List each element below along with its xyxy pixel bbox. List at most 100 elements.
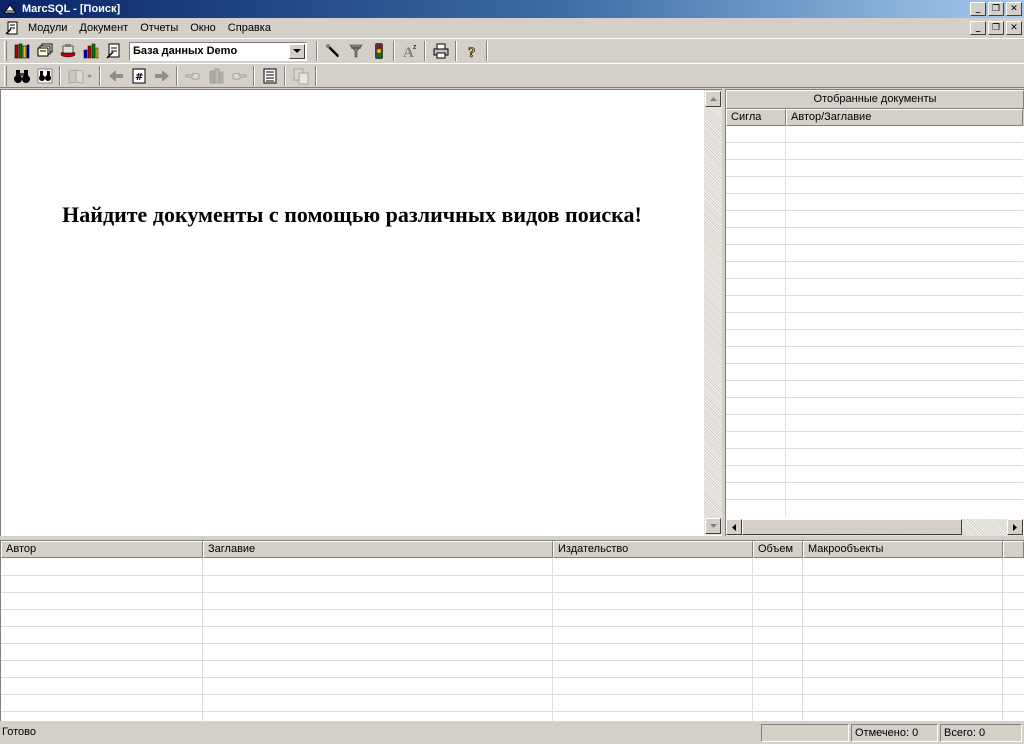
copy-button[interactable] — [289, 65, 312, 87]
results-grid[interactable] — [1, 559, 1024, 721]
print-button[interactable] — [429, 40, 452, 62]
scroll-left-icon — [732, 523, 736, 531]
toolbar-separator — [393, 41, 395, 61]
svg-text:#: # — [135, 72, 143, 83]
column-header-volume[interactable]: Объем — [753, 541, 803, 558]
help-button[interactable]: ? — [460, 40, 483, 62]
menu-bar: Модули Документ Отчеты Окно Справка _ ❐ … — [0, 18, 1024, 38]
results-table: Автор Заглавие Издательство Объем Макроо… — [0, 540, 1024, 721]
minimize-button[interactable]: _ — [970, 2, 986, 16]
cards-button[interactable] — [33, 40, 56, 62]
selected-documents-header: Отобранные документы — [726, 90, 1024, 109]
search-button[interactable] — [10, 65, 33, 87]
bars-icon — [83, 43, 98, 59]
database-select[interactable]: База данных Demo — [129, 41, 307, 61]
window-title: MarcSQL - [Поиск] — [22, 3, 121, 15]
next-button[interactable] — [150, 65, 173, 87]
menu-reports[interactable]: Отчеты — [134, 19, 184, 37]
help-icon: ? — [467, 45, 475, 60]
previous-button[interactable] — [104, 65, 127, 87]
font-icon: Az — [403, 44, 417, 60]
app-icon[interactable] — [2, 2, 18, 16]
close-icon: ✕ — [1010, 22, 1018, 33]
column-header-filler — [1003, 541, 1024, 558]
arrow-left-icon — [108, 69, 123, 82]
restore-icon: ❐ — [991, 22, 1001, 33]
restore-button[interactable]: ❐ — [988, 2, 1004, 16]
list-button[interactable] — [258, 65, 281, 87]
font-button[interactable]: Az — [398, 40, 421, 62]
printer-icon — [433, 43, 448, 59]
filter-icon — [348, 44, 363, 58]
goto-number-button[interactable]: # — [127, 65, 150, 87]
child-close-button[interactable]: ✕ — [1006, 21, 1022, 35]
dropdown-arrow-button[interactable] — [289, 43, 305, 59]
main-toolbar: База данных Demo Az ? — [0, 38, 1024, 64]
scroll-down-button[interactable] — [705, 518, 721, 534]
reader-button[interactable] — [102, 40, 125, 62]
status-progress-cell — [761, 724, 849, 742]
results-columns: Автор Заглавие Издательство Объем Макроо… — [1, 541, 1024, 558]
child-restore-button[interactable]: ❐ — [988, 21, 1004, 35]
hash-icon: # — [132, 68, 145, 83]
binoculars-search-icon — [37, 68, 52, 83]
title-bar: MarcSQL - [Поиск] _ ❐ ✕ — [0, 0, 1024, 18]
toolbar-grip[interactable] — [4, 41, 7, 61]
close-icon: ✕ — [1010, 3, 1018, 14]
menu-modules[interactable]: Модули — [22, 19, 73, 37]
search-toolbar: # — [0, 63, 1024, 88]
welcome-message: Найдите документы с помощью различных ви… — [62, 202, 642, 227]
search-content-panel: Найдите документы с помощью различных ви… — [0, 89, 722, 536]
status-marked: Отмечено: 0 — [851, 724, 938, 742]
list-icon — [263, 68, 276, 83]
pen-icon — [325, 44, 339, 57]
toolbar-separator — [455, 41, 457, 61]
selected-documents-columns: Сигла Автор/Заглавие — [726, 109, 1024, 126]
column-header-publisher[interactable]: Издательство — [553, 541, 753, 558]
menu-window[interactable]: Окно — [184, 19, 222, 37]
toolbar-separator — [486, 41, 488, 61]
books-icon — [14, 43, 29, 59]
minimize-icon: _ — [975, 22, 981, 33]
vertical-scrollbar[interactable] — [704, 90, 722, 535]
selected-documents-panel: Отобранные документы Сигла Автор/Заглави… — [725, 89, 1024, 536]
scroll-down-icon — [709, 524, 717, 528]
column-header-author-title[interactable]: Автор/Заглавие — [786, 109, 1023, 126]
toolbar-grip[interactable] — [4, 65, 7, 86]
column-header-macroobjects[interactable]: Макрообъекты — [803, 541, 1003, 558]
chevron-down-icon — [293, 48, 301, 53]
traffic-light-button[interactable] — [367, 40, 390, 62]
edit-button[interactable] — [321, 40, 344, 62]
horizontal-scrollbar[interactable] — [726, 519, 1023, 536]
menu-help[interactable]: Справка — [222, 19, 277, 37]
scroll-right-icon — [1013, 523, 1017, 531]
status-text: Готово — [2, 726, 36, 738]
column-header-title[interactable]: Заглавие — [203, 541, 553, 558]
advanced-search-button[interactable] — [33, 65, 56, 87]
column-header-sigla[interactable]: Сигла — [726, 109, 786, 126]
books-stack-button[interactable] — [204, 65, 227, 87]
menu-document[interactable]: Документ — [73, 19, 134, 37]
scroll-up-button[interactable] — [705, 91, 721, 107]
column-header-author[interactable]: Автор — [1, 541, 203, 558]
scroll-left-button[interactable] — [726, 519, 742, 535]
hand-left-button[interactable] — [181, 65, 204, 87]
toolbar-separator — [315, 65, 317, 86]
close-button[interactable]: ✕ — [1006, 2, 1022, 16]
svg-text:z: z — [413, 44, 417, 51]
catalog-button[interactable] — [10, 40, 33, 62]
scroll-right-button[interactable] — [1007, 519, 1023, 535]
hand-right-button[interactable] — [227, 65, 250, 87]
selected-documents-grid[interactable] — [726, 126, 1023, 516]
database-select-value: База данных Demo — [133, 45, 238, 57]
stamp-button[interactable] — [56, 40, 79, 62]
arrow-right-icon — [154, 69, 169, 82]
toolbar-separator — [284, 65, 286, 86]
stats-button[interactable] — [79, 40, 102, 62]
filter-button[interactable] — [344, 40, 367, 62]
open-book-button[interactable] — [64, 65, 96, 87]
child-minimize-button[interactable]: _ — [970, 21, 986, 35]
hand-right-icon — [232, 72, 246, 79]
document-window-icon[interactable] — [4, 19, 22, 37]
scrollbar-thumb[interactable] — [742, 519, 962, 535]
